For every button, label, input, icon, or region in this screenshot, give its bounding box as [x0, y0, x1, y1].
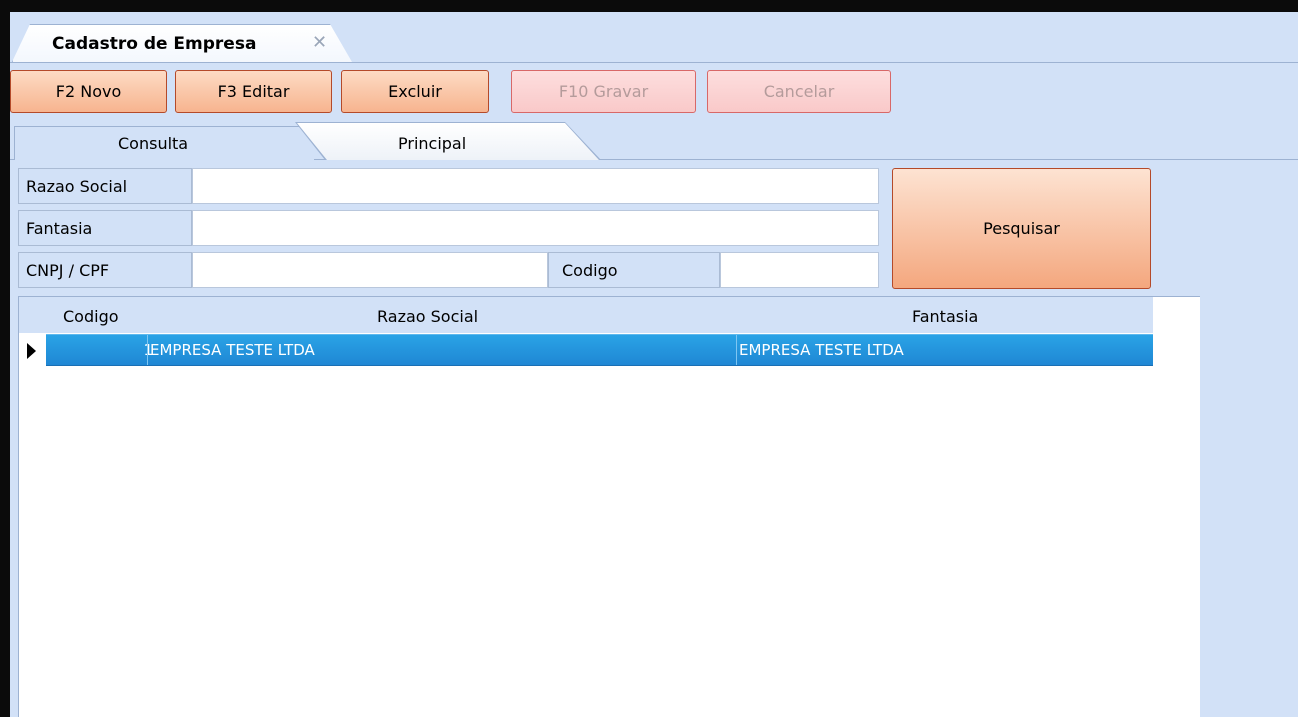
fantasia-input[interactable] [192, 210, 879, 246]
codigo-input[interactable] [720, 252, 879, 288]
cell-separator [736, 335, 737, 365]
novo-button[interactable]: F2 Novo [10, 70, 167, 113]
column-header-razao-social[interactable]: Razao Social [377, 307, 478, 326]
close-icon[interactable]: ✕ [312, 32, 327, 53]
column-header-codigo[interactable]: Codigo [63, 307, 119, 326]
razao-social-label: Razao Social [18, 168, 192, 204]
codigo-label: Codigo [548, 252, 720, 288]
cell-razao-social: EMPRESA TESTE LTDA [150, 341, 315, 359]
cnpj-cpf-input[interactable] [192, 252, 548, 288]
excluir-button[interactable]: Excluir [341, 70, 489, 113]
fantasia-label: Fantasia [18, 210, 192, 246]
grid-header: Codigo Razao Social Fantasia [19, 297, 1153, 333]
cancelar-button[interactable]: Cancelar [707, 70, 891, 113]
cnpj-cpf-label: CNPJ / CPF [18, 252, 192, 288]
pesquisar-button[interactable]: Pesquisar [892, 168, 1151, 289]
cell-fantasia: EMPRESA TESTE LTDA [739, 341, 904, 359]
tab-principal-label: Principal [398, 134, 467, 153]
document-tab-title: Cadastro de Empresa [52, 34, 257, 54]
cell-separator [147, 335, 148, 365]
razao-social-input[interactable] [192, 168, 879, 204]
gravar-button[interactable]: F10 Gravar [511, 70, 696, 113]
cadastro-empresa-window: Cadastro de Empresa ✕ F2 Novo F3 Editar … [10, 12, 1298, 717]
column-header-fantasia[interactable]: Fantasia [912, 307, 978, 326]
tab-divider [10, 62, 1298, 63]
editar-button[interactable]: F3 Editar [175, 70, 332, 113]
table-row[interactable]: 1 EMPRESA TESTE LTDA EMPRESA TESTE LTDA [46, 334, 1153, 366]
tab-consulta-label: Consulta [118, 134, 189, 153]
results-grid[interactable]: Codigo Razao Social Fantasia 1 EMPRESA T… [18, 296, 1200, 717]
current-row-indicator-icon [27, 343, 36, 359]
